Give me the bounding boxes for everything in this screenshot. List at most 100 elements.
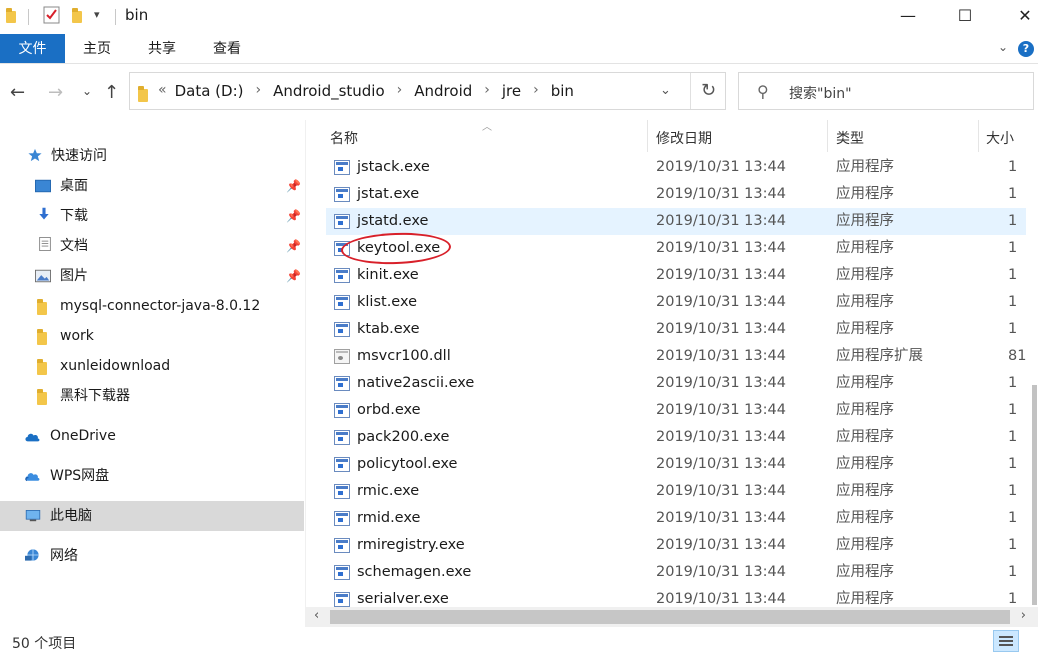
application-icon [334,457,350,472]
application-icon [334,214,350,229]
breadcrumb-overflow[interactable]: « [158,82,167,100]
tab-share[interactable]: 共享 [137,34,187,63]
chevron-right-icon[interactable]: › [484,82,490,100]
breadcrumb-android-studio[interactable]: Android_studio [273,82,385,100]
file-type: 应用程序 [836,267,894,283]
file-date: 2019/10/31 13:44 [656,537,786,553]
details-view-button[interactable] [993,630,1019,652]
scroll-right-icon[interactable]: › [1021,608,1026,623]
file-row[interactable]: policytool.exe 2019/10/31 13:44 应用程序 1 [326,451,1026,478]
pin-icon[interactable]: 📌 [286,171,301,201]
address-bar[interactable]: « Data (D:) › Android_studio › Android ›… [129,72,726,110]
sidebar-item-desktop[interactable]: 桌面 📌 [0,171,304,201]
column-resize-handle[interactable] [647,120,648,152]
sidebar-item-network[interactable]: 网络 [0,541,304,571]
chevron-down-icon[interactable]: ⌄ [998,40,1008,54]
chevron-right-icon[interactable]: › [255,82,261,100]
file-name: orbd.exe [357,402,421,418]
recent-locations-chevron-icon[interactable]: ⌄ [82,84,92,98]
column-resize-handle[interactable] [827,120,828,152]
breadcrumb-jre[interactable]: jre [502,82,521,100]
file-date: 2019/10/31 13:44 [656,483,786,499]
sidebar-item-this-pc[interactable]: 此电脑 [0,501,304,531]
search-icon: ⚲ [757,82,769,101]
vertical-scrollbar[interactable] [1029,120,1038,607]
vertical-scrollbar-thumb[interactable] [1032,385,1037,605]
breadcrumb-android[interactable]: Android [414,82,472,100]
file-type: 应用程序 [836,159,894,175]
file-name: ktab.exe [357,321,420,337]
back-arrow-icon[interactable]: ← [10,82,25,103]
up-arrow-icon[interactable]: ↑ [104,82,119,103]
close-button[interactable]: ✕ [1002,0,1038,32]
sidebar-item-xunleidownload[interactable]: xunleidownload [0,351,304,381]
sidebar-item-pictures[interactable]: 图片 📌 [0,261,304,291]
file-row[interactable]: jstatd.exe 2019/10/31 13:44 应用程序 1 [326,208,1026,235]
minimize-button[interactable]: — [885,0,931,32]
sidebar-item-onedrive[interactable]: OneDrive [0,421,304,451]
file-row[interactable]: ktab.exe 2019/10/31 13:44 应用程序 1 [326,316,1026,343]
horizontal-scrollbar[interactable]: ‹ › [306,607,1038,627]
file-size: 1 [1008,429,1018,445]
file-date: 2019/10/31 13:44 [656,402,786,418]
file-row[interactable]: pack200.exe 2019/10/31 13:44 应用程序 1 [326,424,1026,451]
sidebar-item-downloads[interactable]: 下载 📌 [0,201,304,231]
column-header-name[interactable]: 名称 [330,128,358,148]
column-header-type[interactable]: 类型 [836,128,864,148]
chevron-right-icon[interactable]: › [397,82,403,100]
scroll-left-icon[interactable]: ‹ [314,608,319,623]
refresh-icon[interactable]: ↻ [690,73,726,109]
horizontal-scrollbar-thumb[interactable] [330,610,1010,624]
file-date: 2019/10/31 13:44 [656,591,786,607]
file-row[interactable]: msvcr100.dll 2019/10/31 13:44 应用程序扩展 81 [326,343,1026,370]
file-row[interactable]: rmid.exe 2019/10/31 13:44 应用程序 1 [326,505,1026,532]
sidebar-item-quick-access[interactable]: 快速访问 [0,141,304,171]
file-row[interactable]: klist.exe 2019/10/31 13:44 应用程序 1 [326,289,1026,316]
file-row[interactable]: rmic.exe 2019/10/31 13:44 应用程序 1 [326,478,1026,505]
column-header-size[interactable]: 大小 [986,128,1014,148]
dll-file-icon [334,349,350,364]
sidebar-item-documents[interactable]: 文档 📌 [0,231,304,261]
customize-quick-access-icon[interactable]: ▾ [94,8,100,21]
sidebar-item-heike-downloader[interactable]: 黑科下载器 [0,381,304,411]
tab-view[interactable]: 查看 [202,34,252,63]
chevron-right-icon[interactable]: › [533,82,539,100]
sort-ascending-icon: ︿ [482,122,492,133]
file-row[interactable]: native2ascii.exe 2019/10/31 13:44 应用程序 1 [326,370,1026,397]
application-icon [334,295,350,310]
breadcrumb-drive[interactable]: Data (D:) [175,82,244,100]
file-row[interactable]: jstack.exe 2019/10/31 13:44 应用程序 1 [326,154,1026,181]
sidebar-item-wps-drive[interactable]: WPS网盘 [0,461,304,491]
forward-arrow-icon[interactable]: → [48,82,63,103]
breadcrumb-bin[interactable]: bin [551,82,574,100]
tab-home[interactable]: 主页 [72,34,122,63]
file-row[interactable]: jstat.exe 2019/10/31 13:44 应用程序 1 [326,181,1026,208]
pin-icon[interactable]: 📌 [286,201,301,231]
status-bar: 50 个项目 [0,627,1038,653]
sidebar-item-work[interactable]: work [0,321,304,351]
divider [115,9,116,25]
large-icons-view-button[interactable] [1022,630,1038,652]
address-dropdown-icon[interactable]: ⌄ [660,83,671,98]
pin-icon[interactable]: 📌 [286,261,301,291]
maximize-button[interactable]: ☐ [942,0,988,32]
application-icon [334,268,350,283]
sidebar-item-label: work [60,328,94,344]
properties-icon[interactable] [43,6,60,28]
tab-file[interactable]: 文件 [0,34,65,63]
file-row[interactable]: schemagen.exe 2019/10/31 13:44 应用程序 1 [326,559,1026,586]
help-button[interactable]: ? [1018,41,1034,57]
pin-icon[interactable]: 📌 [286,231,301,261]
search-input[interactable]: ⚲ 搜索"bin" [738,72,1034,110]
sidebar-item-mysql-connector[interactable]: mysql-connector-java-8.0.12 [0,291,304,321]
file-row[interactable]: kinit.exe 2019/10/31 13:44 应用程序 1 [326,262,1026,289]
file-date: 2019/10/31 13:44 [656,456,786,472]
file-type: 应用程序 [836,240,894,256]
file-row[interactable]: rmiregistry.exe 2019/10/31 13:44 应用程序 1 [326,532,1026,559]
file-row[interactable]: serialver.exe 2019/10/31 13:44 应用程序 1 [326,586,1026,607]
column-resize-handle[interactable] [978,120,979,152]
folder-icon [37,359,53,375]
application-icon [334,511,350,526]
file-row[interactable]: orbd.exe 2019/10/31 13:44 应用程序 1 [326,397,1026,424]
column-header-date[interactable]: 修改日期 [656,128,712,148]
